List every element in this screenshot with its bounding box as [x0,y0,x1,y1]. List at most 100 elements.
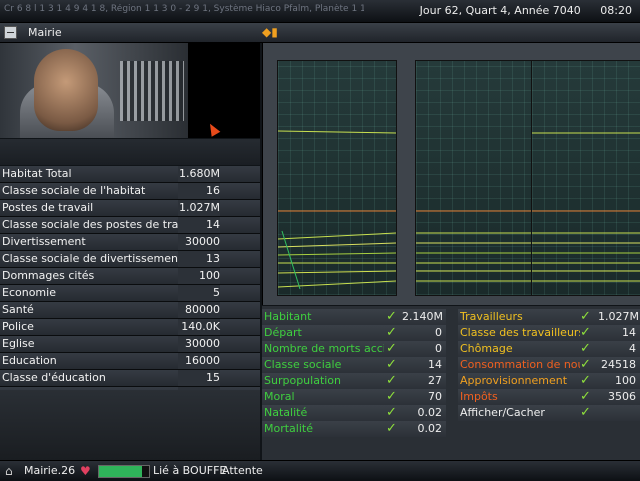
location-info: Cr 6 8 l 1 3 1 4 9 4 1 8, Région 1 1 3 0… [4,4,364,14]
check-icon[interactable]: ✓ [580,405,591,421]
right_data-label: Travailleurs [460,310,523,323]
stat-row: Habitat Total 1.680M [0,166,260,183]
right_data-value: 14 [622,326,636,339]
game-date: Jour 62, Quart 4, Année 7040 [419,4,581,17]
building-name[interactable]: Mairie.26 [24,464,75,477]
window-title: Mairie [28,26,62,39]
stat-label: Classe sociale des postes de travail [2,218,198,231]
graph-line [281,230,301,290]
right_data-value: 24518 [601,358,636,371]
check-icon[interactable]: ✓ [386,357,397,373]
check-icon[interactable]: ✓ [386,309,397,325]
stat-value: 30000 [178,336,220,352]
stat-value: 1.027M [178,200,220,216]
stat-label: Classe d'éducation [2,371,106,384]
stat-value: 15 [178,370,220,386]
right_data-label: Approvisionnement [460,374,568,387]
check-icon[interactable]: ✓ [580,325,591,341]
stat-value: 30000 [178,234,220,250]
right_data-value: 4 [629,342,636,355]
graph-work [415,60,535,296]
heart-icon: ♥ [80,464,91,478]
check-icon[interactable]: ✓ [386,373,397,389]
graph-economy [531,60,640,296]
stat-row: Classe sociale de divertissement 13 [0,251,260,268]
check-icon[interactable]: ✓ [386,405,397,421]
left_data-label: Départ [264,326,302,339]
left_data-value: 0.02 [417,406,443,419]
stat-row: Classe sociale des postes de travail 14 [0,217,260,234]
check-icon[interactable]: ✓ [580,389,591,405]
stat-value: 1.680M [178,166,220,182]
graph-economy-lines [532,132,640,282]
check-icon[interactable]: ✓ [580,357,591,373]
health-bar [98,465,150,478]
left_data-value: 0 [435,326,442,339]
stat-label: Education [2,354,57,367]
building-state: Attente [222,464,263,477]
left_data-label: Habitant [264,310,312,323]
left_data-label: Mortalité [264,422,313,435]
stat-value: 14 [178,217,220,233]
left_data-label: Nombre de morts accidentels [264,342,384,355]
right_data-label: Afficher/Cacher [460,406,545,419]
left_data-value: 0 [435,342,442,355]
right_data-label: Classe des travailleurs [460,326,580,339]
stat-value: 100 [178,268,220,284]
left_data-value: 14 [428,358,442,371]
stat-value: 140.0K [178,319,220,335]
graph-line [278,280,396,288]
graph-line [278,270,396,274]
stat-row: Eglise 30000 [0,336,260,353]
stat-value: 80000 [178,302,220,318]
right_data-value: 1.027M [598,310,639,323]
mouse-cursor-icon [205,121,221,137]
graph-line [278,232,396,240]
left_data-value: 0.02 [417,422,443,435]
graph-area [262,43,640,305]
check-icon[interactable]: ✓ [386,389,397,405]
stat-row: Dommages cités 100 [0,268,260,285]
left_data-value: 27 [428,374,442,387]
top-bar: Cr 6 8 l 1 3 1 4 9 4 1 8, Région 1 1 3 0… [0,0,640,23]
check-icon[interactable]: ✓ [580,341,591,357]
stats-header [0,139,260,165]
stat-row: Classe d'éducation 15 [0,370,260,387]
stat-value: 5 [178,285,220,301]
check-icon[interactable]: ✓ [386,341,397,357]
portrait-face [34,49,98,131]
graph-toggle-icon[interactable]: ◆▮ [262,25,278,39]
stat-row: Police 140.0K [0,319,260,336]
stat-label: Habitat Total [2,167,72,180]
game-time: 08:20 [600,4,632,17]
window-menu-icon[interactable] [4,26,17,39]
stat-label: Divertissement [2,235,86,248]
check-icon[interactable]: ✓ [580,309,591,325]
graph-work-lines [416,210,534,282]
portrait-panel [0,43,188,138]
right_data-value: 100 [615,374,636,387]
stat-label: Eglise [2,337,35,350]
stat-row: Classe sociale de l'habitat 16 [0,183,260,200]
right_data-label: Consommation de nourriture [460,358,580,371]
date-time: Jour 62, Quart 4, Année 7040 08:20 [414,4,632,17]
left_data-value: 70 [428,390,442,403]
data-panel: Habitant ✓ 2.140M Départ ✓ 0 Nombre de morts a… [262,306,640,460]
link-status: Lié à BOUFFE [153,464,227,477]
stats-empty-area [0,390,260,460]
check-icon[interactable]: ✓ [386,325,397,341]
right_data-label: Chômage [460,342,513,355]
check-icon[interactable]: ✓ [580,373,591,389]
stat-row: Divertissement 30000 [0,234,260,251]
advisor-portrait [0,43,260,138]
stat-label: Santé [2,303,34,316]
stat-label: Police [2,320,34,333]
graph-population [277,60,397,296]
building-stats-list: Habitat Total 1.680M Classe sociale de l'h… [0,166,260,404]
stat-label: Postes de travail [2,201,94,214]
check-icon[interactable]: ✓ [386,421,397,437]
right_data-value: 3506 [608,390,636,403]
stat-label: Dommages cités [2,269,95,282]
left_data-label: Classe sociale [264,358,342,371]
left_data-value: 2.140M [402,310,443,323]
